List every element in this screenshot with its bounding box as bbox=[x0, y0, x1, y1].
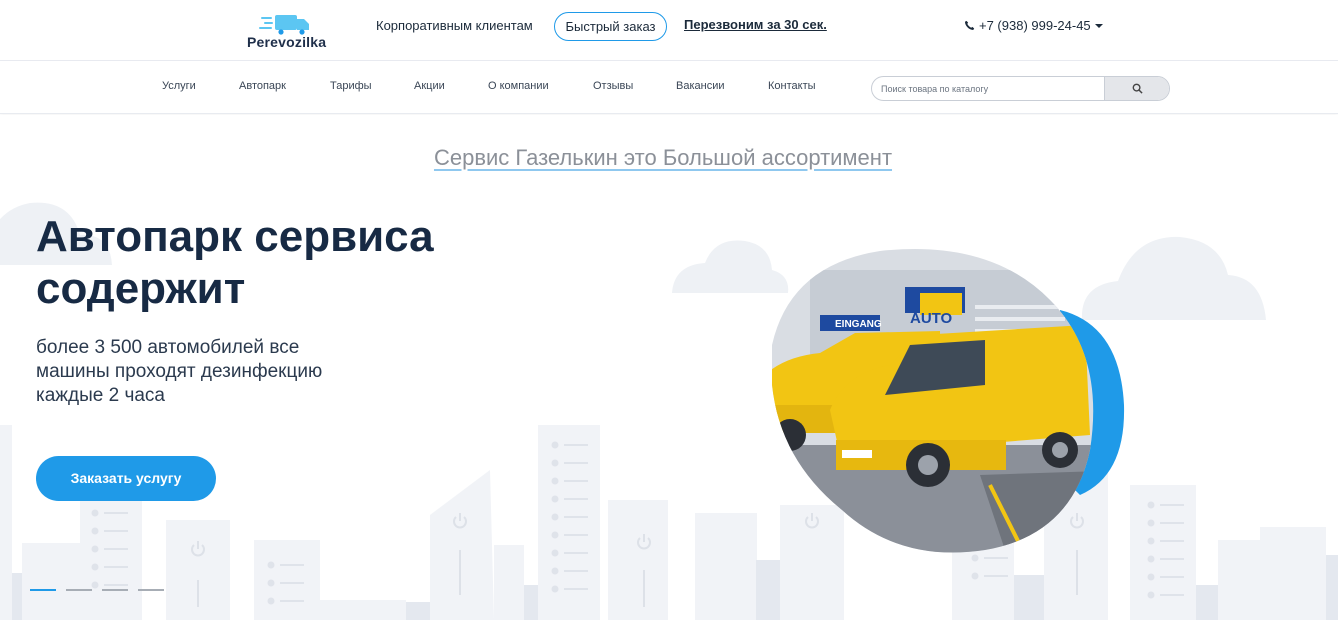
corporate-clients-link[interactable]: Корпоративным клиентам bbox=[376, 18, 533, 33]
slide-dot-4[interactable] bbox=[138, 589, 164, 591]
nav-item-services[interactable]: Услуги bbox=[162, 80, 196, 92]
slide-dot-2[interactable] bbox=[66, 589, 92, 591]
logo[interactable]: Perevozilka bbox=[247, 10, 337, 52]
nav-item-tariffs[interactable]: Тарифы bbox=[330, 80, 372, 92]
headline-line-1: Автопарк сервиса bbox=[36, 212, 434, 261]
hero-headline: Автопарк сервиса содержит bbox=[36, 211, 556, 315]
slider-pagination bbox=[30, 589, 164, 591]
search-button[interactable] bbox=[1104, 77, 1169, 100]
nav-item-reviews[interactable]: Отзывы bbox=[593, 80, 633, 92]
delivery-vans-photo: EINGANG AUTO bbox=[772, 249, 1125, 553]
phone-icon bbox=[964, 20, 975, 31]
logo-text: Perevozilka bbox=[247, 34, 327, 50]
slide-dot-3[interactable] bbox=[102, 589, 128, 591]
tagline-link[interactable]: Сервис Газелькин это Большой ассортимент bbox=[0, 145, 1326, 171]
order-service-button[interactable]: Заказать услугу bbox=[36, 456, 216, 501]
nav-item-about[interactable]: О компании bbox=[488, 80, 549, 92]
main-nav: Услуги Автопарк Тарифы Акции О компании … bbox=[0, 61, 1338, 114]
nav-item-fleet[interactable]: Автопарк bbox=[239, 80, 286, 92]
search-input[interactable] bbox=[872, 77, 1105, 100]
search-icon bbox=[1132, 83, 1143, 94]
quick-order-button[interactable]: Быстрый заказ bbox=[554, 12, 667, 41]
phone-dropdown[interactable]: +7 (938) 999-24-45 bbox=[964, 18, 1103, 33]
hero-slider: Сервис Газелькин это Большой ассортимент… bbox=[0, 115, 1338, 620]
photo-sign-eingang: EINGANG bbox=[835, 319, 882, 330]
catalog-search bbox=[871, 76, 1170, 101]
headline-line-2: содержит bbox=[36, 264, 246, 313]
nav-item-contacts[interactable]: Контакты bbox=[768, 80, 816, 92]
slide-dot-1[interactable] bbox=[30, 589, 56, 591]
photo-sign-auto: AUTO bbox=[910, 310, 953, 327]
truck-logo-icon bbox=[259, 15, 309, 35]
nav-item-vacancies[interactable]: Вакансии bbox=[676, 80, 725, 92]
callback-link[interactable]: Перезвоним за 30 сек. bbox=[684, 17, 827, 32]
top-bar: Perevozilka Корпоративным клиентам Быстр… bbox=[0, 0, 1338, 61]
chevron-down-icon bbox=[1094, 23, 1103, 28]
nav-item-promotions[interactable]: Акции bbox=[414, 80, 445, 92]
hero-subtext: более 3 500 автомобилей все машины прохо… bbox=[36, 337, 323, 406]
phone-number: +7 (938) 999-24-45 bbox=[979, 18, 1091, 33]
